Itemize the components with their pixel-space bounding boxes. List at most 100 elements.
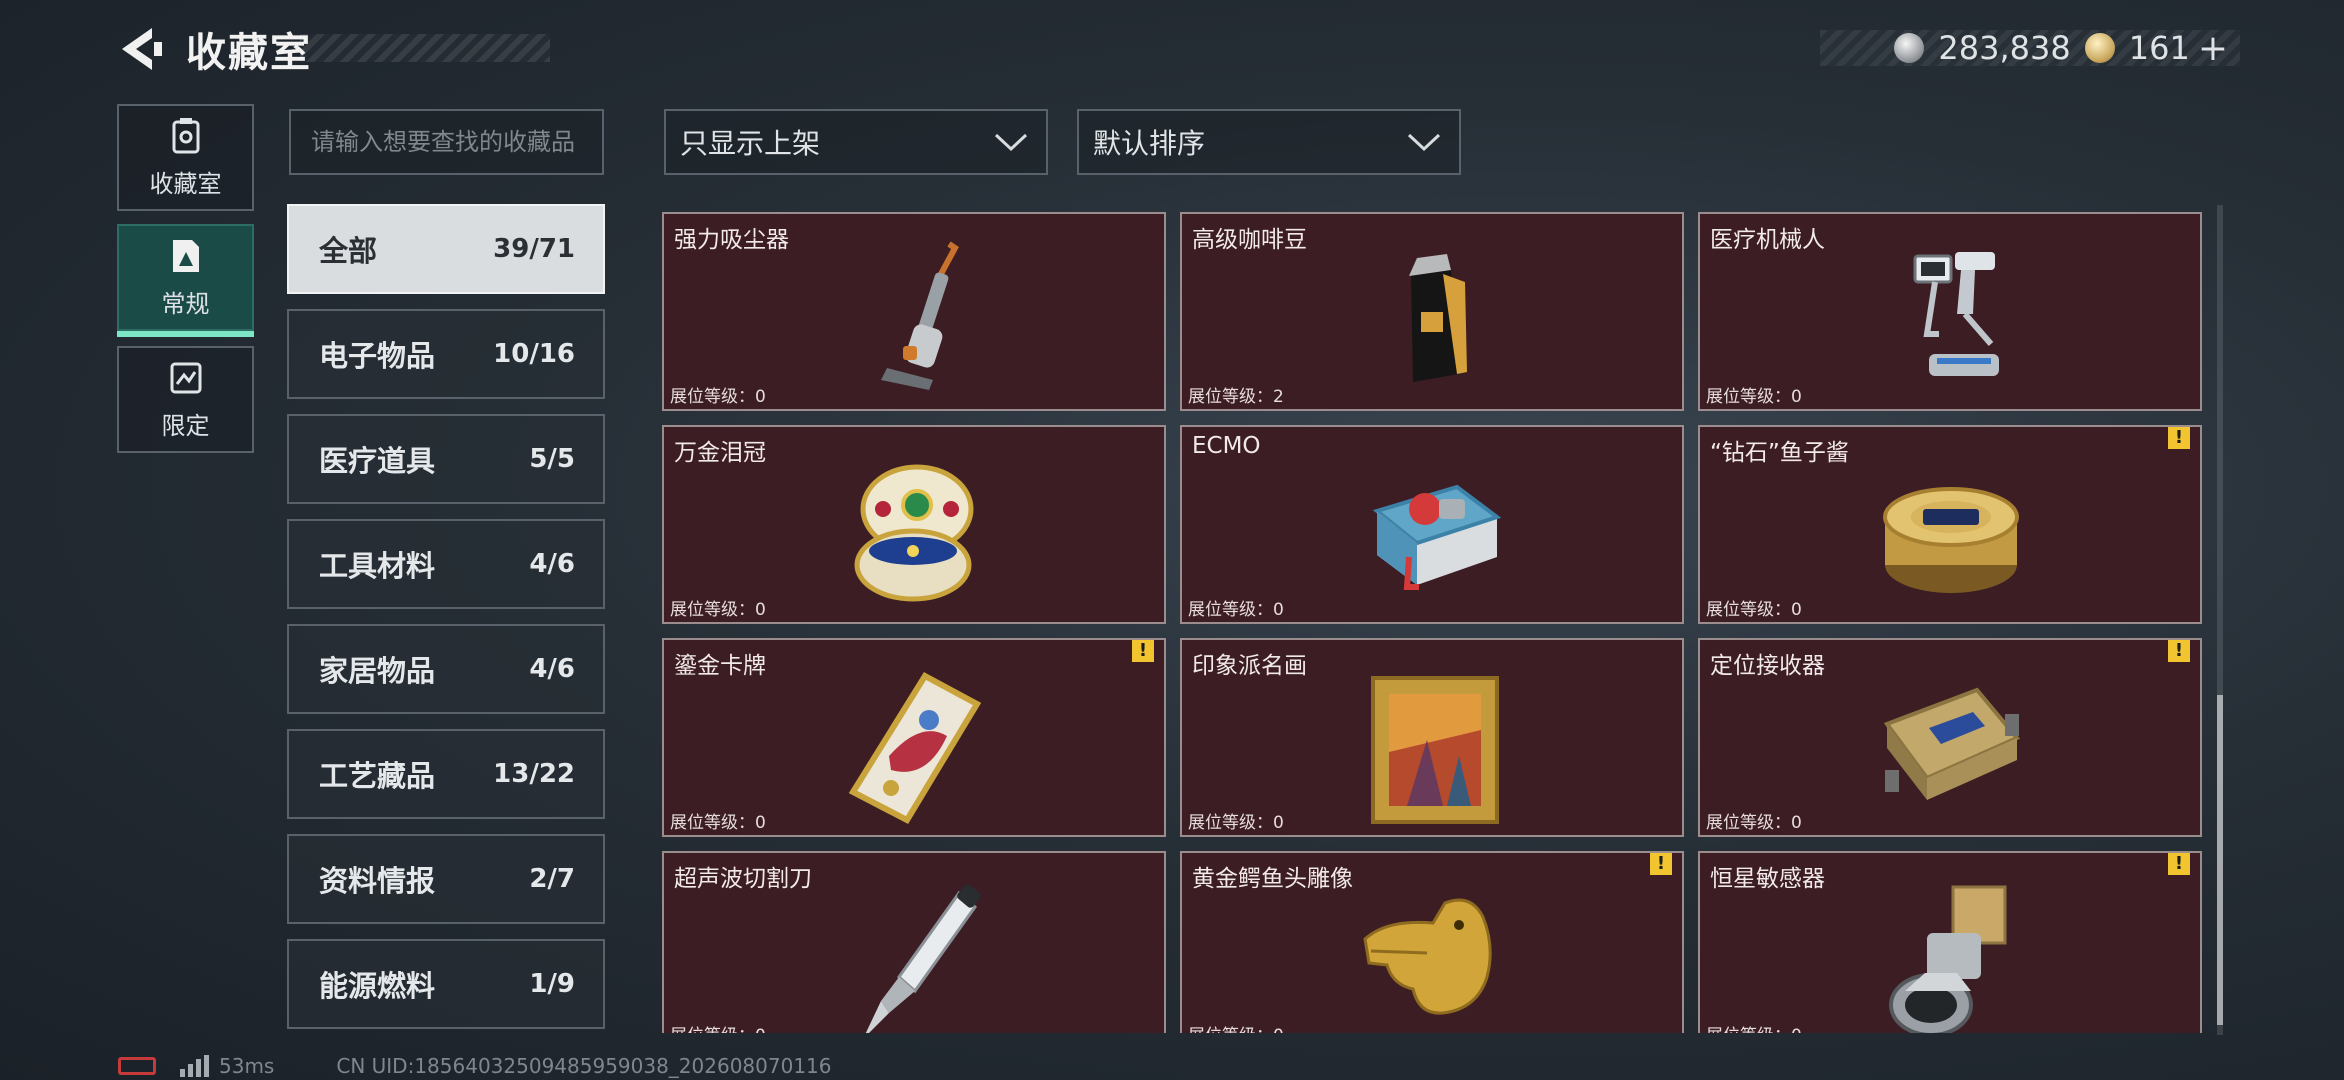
item-name: ECMO: [1192, 433, 1261, 459]
status-footer: 53ms CN UID:18564032509485959038_2026080…: [118, 1054, 832, 1078]
category-name: 电子物品: [319, 339, 436, 373]
gold-coin-icon: [2084, 33, 2115, 63]
side-tab-regular[interactable]: 常规: [117, 224, 254, 337]
category-count: 4/6: [529, 654, 575, 684]
category-count: 2/7: [529, 864, 575, 894]
silver-coin-icon: [1894, 33, 1925, 63]
side-tab-limited[interactable]: 限定: [117, 346, 254, 453]
category-household[interactable]: 家居物品 4/6: [287, 624, 605, 714]
item-name: 黄金鳄鱼头雕像: [1192, 866, 1353, 892]
item-name: 定位接收器: [1710, 653, 1825, 679]
scrollbar-thumb[interactable]: [2217, 695, 2223, 1025]
collection-card[interactable]: 鎏金卡牌 ! 展位等级：0: [662, 638, 1166, 837]
category-medical[interactable]: 医疗道具 5/5: [287, 414, 605, 504]
chevron-down-icon: [1407, 133, 1441, 152]
item-name: “钻石”鱼子酱: [1710, 440, 1849, 466]
gold-crocodile-icon: [1363, 898, 1492, 1015]
category-name: 工具材料: [319, 549, 436, 583]
grid-scrollbar[interactable]: [2217, 205, 2223, 1035]
category-count: 13/22: [493, 759, 575, 789]
item-name: 强力吸尘器: [674, 227, 789, 253]
alert-badge-icon: !: [2168, 853, 2190, 875]
booth-level: 展位等级：0: [1706, 1021, 1802, 1033]
alert-badge-icon: !: [2168, 427, 2190, 449]
category-energy[interactable]: 能源燃料 1/9: [287, 939, 605, 1029]
item-name: 鎏金卡牌: [674, 653, 766, 679]
regular-icon: [172, 240, 199, 272]
booth-level: 展位等级：0: [670, 1021, 766, 1033]
collection-card[interactable]: 恒星敏感器 ! 展位等级：0: [1698, 851, 2202, 1033]
booth-level: 展位等级：0: [1188, 813, 1284, 833]
display-filter-value: 只显示上架: [680, 127, 821, 160]
booth-level: 展位等级：0: [1706, 387, 1802, 407]
item-name: 恒星敏感器: [1710, 866, 1825, 892]
page-title: 收藏室: [186, 30, 312, 76]
category-tools[interactable]: 工具材料 4/6: [287, 519, 605, 609]
category-name: 能源燃料: [319, 969, 436, 1003]
title-decoration: [300, 34, 550, 62]
collection-card[interactable]: ECMO 展位等级：0: [1180, 425, 1684, 624]
category-count: 1/9: [529, 969, 575, 999]
side-tab-collection-room[interactable]: 收藏室: [117, 104, 254, 211]
sort-value: 默认排序: [1093, 127, 1206, 160]
vacuum-cleaner-icon: [881, 241, 959, 390]
category-crafts[interactable]: 工艺藏品 13/22: [287, 729, 605, 819]
back-button[interactable]: [116, 24, 164, 74]
category-name: 医疗道具: [319, 444, 436, 478]
back-arrow-icon: [122, 28, 162, 70]
booth-level: 展位等级：0: [1188, 600, 1284, 620]
collection-grid: 强力吸尘器 展位等级：0 高级咖啡豆 展位等级：2 医疗机械人 展位等级：0 万…: [662, 210, 2202, 1033]
category-name: 工艺藏品: [319, 759, 436, 793]
silver-coin-amount: 283,838: [1938, 29, 2071, 67]
framed-painting-icon: [1371, 676, 1499, 824]
collection-card[interactable]: 万金泪冠 展位等级：0: [662, 425, 1166, 624]
search-input[interactable]: [289, 109, 604, 175]
collection-card[interactable]: 强力吸尘器 展位等级：0: [662, 212, 1166, 411]
booth-level: 展位等级：0: [670, 600, 766, 620]
signal-icon: [180, 1055, 209, 1077]
collection-card[interactable]: 高级咖啡豆 展位等级：2: [1180, 212, 1684, 411]
category-intel[interactable]: 资料情报 2/7: [287, 834, 605, 924]
chevron-down-icon: [994, 133, 1028, 152]
collection-card[interactable]: 超声波切割刀 展位等级：0: [662, 851, 1166, 1033]
currency-bar: 283,838 161 +: [1820, 28, 2240, 69]
category-all[interactable]: 全部 39/71: [287, 204, 605, 294]
locator-receiver-icon: [1883, 687, 2021, 800]
item-name: 万金泪冠: [674, 440, 766, 466]
collection-card[interactable]: 黄金鳄鱼头雕像 ! 展位等级：0: [1180, 851, 1684, 1033]
category-count: 39/71: [493, 234, 575, 264]
alert-badge-icon: !: [1650, 853, 1672, 875]
ping-value: 53ms: [219, 1054, 275, 1078]
booth-level: 展位等级：2: [1188, 387, 1284, 407]
booth-level: 展位等级：0: [670, 813, 766, 833]
display-filter-dropdown[interactable]: 只显示上架: [664, 109, 1048, 175]
limited-icon: [170, 362, 201, 394]
jeweled-egg-icon: [854, 464, 974, 602]
sort-dropdown[interactable]: 默认排序: [1077, 109, 1461, 175]
category-electronics[interactable]: 电子物品 10/16: [287, 309, 605, 399]
collection-card[interactable]: 定位接收器 ! 展位等级：0: [1698, 638, 2202, 837]
gilded-card-icon: [848, 672, 982, 824]
alert-badge-icon: !: [1132, 640, 1154, 662]
collection-card[interactable]: 印象派名画 展位等级：0: [1180, 638, 1684, 837]
medical-robot-icon: [1913, 252, 1999, 376]
collection-card[interactable]: 医疗机械人 展位等级：0: [1698, 212, 2202, 411]
caviar-tin-icon: [1883, 487, 2019, 593]
side-tab-label: 收藏室: [149, 170, 222, 198]
alert-badge-icon: !: [2168, 640, 2190, 662]
star-sensor-icon: [1889, 885, 2007, 1033]
item-name: 高级咖啡豆: [1192, 227, 1307, 253]
item-name: 医疗机械人: [1710, 227, 1825, 253]
item-name: 超声波切割刀: [674, 866, 812, 892]
ultrasonic-knife-icon: [865, 884, 981, 1033]
collection-card[interactable]: “钻石”鱼子酱 ! 展位等级：0: [1698, 425, 2202, 624]
booth-level: 展位等级：0: [1188, 1021, 1284, 1033]
gold-coin-amount: 161: [2128, 29, 2190, 67]
booth-level: 展位等级：0: [670, 387, 766, 407]
add-currency-button[interactable]: +: [2198, 28, 2228, 69]
battery-icon: [118, 1057, 156, 1075]
category-count: 5/5: [529, 444, 575, 474]
coffee-bag-icon: [1409, 254, 1467, 382]
category-name: 家居物品: [319, 654, 436, 688]
side-tab-label: 常规: [161, 290, 210, 318]
